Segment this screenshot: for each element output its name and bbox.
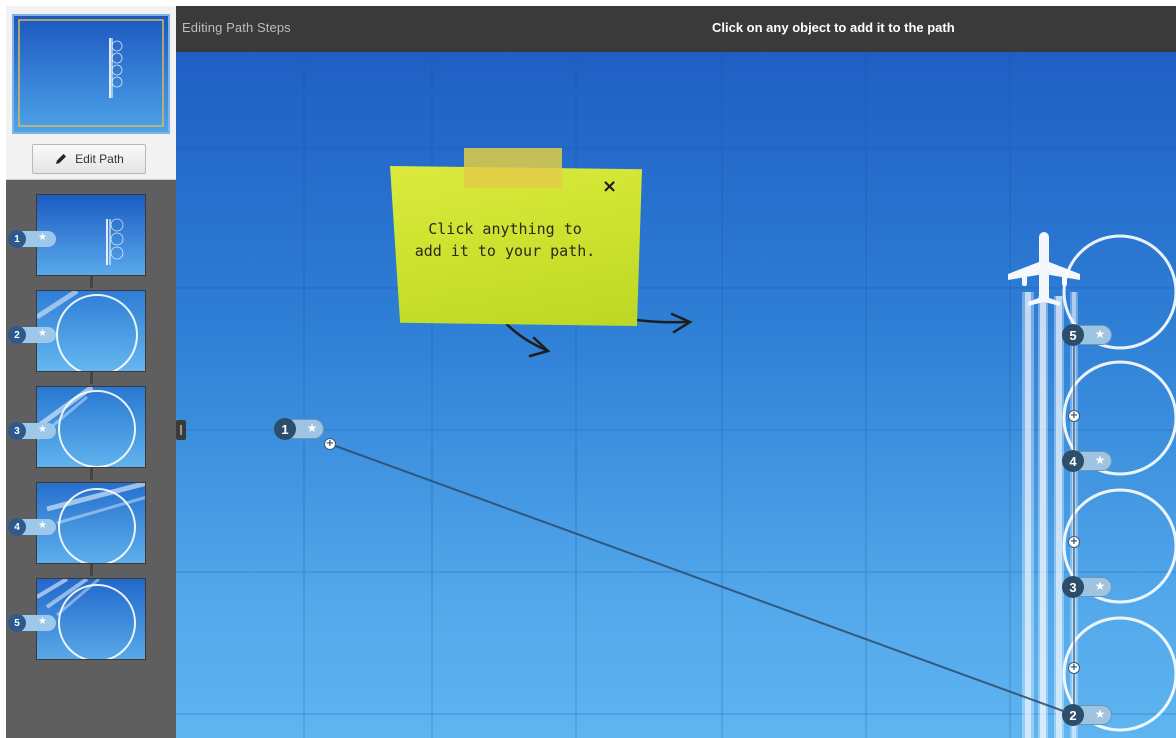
mode-label: Editing Path Steps [182,20,291,35]
step-badge-4[interactable]: 4 ★ [8,518,58,536]
overview-panel: Edit Path [6,6,176,180]
star-icon: ★ [1094,453,1106,467]
step-connector [90,274,93,288]
path-marker-2[interactable]: 2 ★ [1062,704,1114,726]
step-connector [90,562,93,576]
overview-thumbnail[interactable] [12,14,170,134]
pencil-icon [56,154,67,164]
star-icon: ★ [38,232,47,243]
path-line [329,443,1067,713]
top-bar: Editing Path Steps Click on any object t… [176,6,1176,52]
star-icon: ★ [1094,579,1106,593]
step-connector [90,466,93,480]
plus-icon[interactable]: + [1068,536,1080,548]
sidebar-resize-handle[interactable] [176,420,186,440]
close-icon[interactable]: × [602,178,617,196]
plus-icon[interactable]: + [1068,662,1080,674]
edit-path-label: Edit Path [75,152,124,166]
star-icon: ★ [38,424,47,435]
edit-path-button[interactable]: Edit Path [32,144,146,174]
path-sidebar: Edit Path 1 ★ 2 ★ 3 ★ 4 ★ 5 ★ [6,6,176,738]
plus-icon[interactable]: + [324,438,336,450]
tape [464,148,562,188]
star-icon: ★ [38,616,47,627]
star-icon: ★ [306,421,318,435]
step-number: 3 [8,422,26,440]
path-marker-5[interactable]: 5 ★ [1062,324,1114,346]
star-icon: ★ [38,520,47,531]
path-marker-3[interactable]: 3 ★ [1062,576,1114,598]
step-badge-5[interactable]: 5 ★ [8,614,58,632]
step-number: 2 [8,326,26,344]
step-number: 4 [8,518,26,536]
sticky-note-text: Click anything to add it to your path. [400,218,610,262]
path-marker-1[interactable]: 1 ★ [274,418,326,440]
path-circles [1062,234,1176,732]
star-icon: ★ [1094,327,1106,341]
sticky-line-2: add it to your path. [414,242,596,260]
step-badge-2[interactable]: 2 ★ [8,326,58,344]
step-number: 1 [8,230,26,248]
step-number: 5 [8,614,26,632]
sticky-line-1: Click anything to [428,220,582,238]
marker-number: 1 [274,418,296,440]
step-badge-3[interactable]: 3 ★ [8,422,58,440]
marker-number: 5 [1062,324,1084,346]
step-connector [90,370,93,384]
canvas-graphics [176,52,1176,738]
star-icon: ★ [38,328,47,339]
step-badge-1[interactable]: 1 ★ [8,230,58,248]
instruction-label: Click on any object to add it to the pat… [712,20,955,35]
prezi-path-editor: Edit Path 1 ★ 2 ★ 3 ★ 4 ★ 5 ★ Editing Pa… [0,0,1176,738]
plus-icon[interactable]: + [1068,410,1080,422]
marker-number: 3 [1062,576,1084,598]
marker-number: 4 [1062,450,1084,472]
star-icon: ★ [1094,707,1106,721]
prezi-canvas[interactable] [176,52,1176,738]
marker-number: 2 [1062,704,1084,726]
path-marker-4[interactable]: 4 ★ [1062,450,1114,472]
